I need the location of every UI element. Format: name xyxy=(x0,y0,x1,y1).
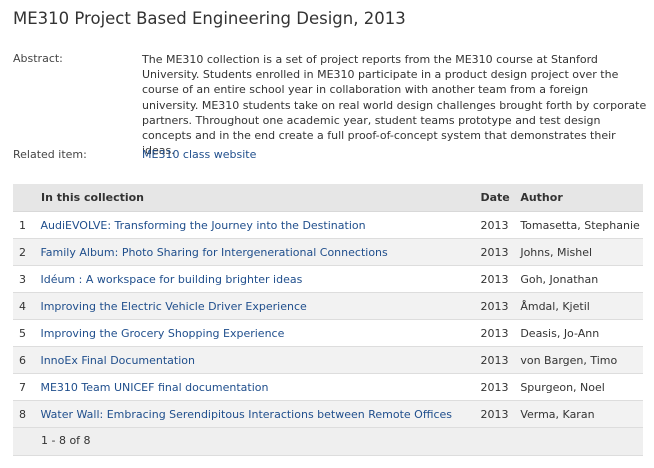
table-row: 1 AudiEVOLVE: Transforming the Journey in… xyxy=(13,211,643,239)
row-title-cell: AudiEVOLVE: Transforming the Journey int… xyxy=(40,211,481,239)
table-header-row: In this collection Date Author xyxy=(13,184,643,212)
collection-rows: 1 AudiEVOLVE: Transforming the Journey in… xyxy=(13,211,643,428)
row-number: 6 xyxy=(13,346,41,374)
table-row: 8 Water Wall: Embracing Serendipitous Int… xyxy=(13,400,643,428)
related-item-label: Related item: xyxy=(13,148,87,161)
row-date: 2013 xyxy=(480,346,521,374)
row-date: 2013 xyxy=(480,292,521,320)
row-author: Verma, Karan xyxy=(520,400,643,428)
row-title-link[interactable]: ME310 Team UNICEF final documentation xyxy=(40,381,268,394)
row-number: 7 xyxy=(13,373,41,401)
table-row: 2 Family Album: Photo Sharing for Interge… xyxy=(13,238,643,266)
row-title-cell: Idéum : A workspace for building brighte… xyxy=(40,265,481,293)
row-number: 3 xyxy=(13,265,41,293)
pagination-count: 1 - 8 of 8 xyxy=(41,434,91,447)
row-title-link[interactable]: Water Wall: Embracing Serendipitous Inte… xyxy=(40,408,452,421)
row-title-cell: InnoEx Final Documentation xyxy=(40,346,481,374)
table-row: 3 Idéum : A workspace for building bright… xyxy=(13,265,643,293)
row-date: 2013 xyxy=(480,238,521,266)
row-number: 8 xyxy=(13,400,41,428)
table-row: 5 Improving the Grocery Shopping Experien… xyxy=(13,319,643,347)
header-date[interactable]: Date xyxy=(480,184,521,212)
row-date: 2013 xyxy=(480,373,521,401)
pagination-bar: 1 - 8 of 8 xyxy=(13,428,643,456)
row-title-cell: Improving the Electric Vehicle Driver Ex… xyxy=(40,292,481,320)
table-row: 6 InnoEx Final Documentation 2013 von Barge… xyxy=(13,346,643,374)
row-title-link[interactable]: Improving the Grocery Shopping Experienc… xyxy=(40,327,284,340)
row-title-link[interactable]: Improving the Electric Vehicle Driver Ex… xyxy=(40,300,306,313)
row-author: Åmdal, Kjetil xyxy=(520,292,643,320)
row-title-link[interactable]: InnoEx Final Documentation xyxy=(40,354,195,367)
header-collection[interactable]: In this collection xyxy=(13,184,481,212)
page-title: ME310 Project Based Engineering Design, … xyxy=(13,9,406,28)
row-author: Tomasetta, Stephanie xyxy=(520,211,643,239)
row-date: 2013 xyxy=(480,211,521,239)
collection-table: In this collection Date Author 1 AudiEVOL… xyxy=(13,184,643,428)
row-title-link[interactable]: Family Album: Photo Sharing for Intergen… xyxy=(40,246,387,259)
row-title-cell: Family Album: Photo Sharing for Intergen… xyxy=(40,238,481,266)
row-number: 5 xyxy=(13,319,41,347)
row-title-cell: Water Wall: Embracing Serendipitous Inte… xyxy=(40,400,481,428)
related-item-link[interactable]: ME310 class website xyxy=(142,148,256,161)
row-number: 4 xyxy=(13,292,41,320)
row-author: von Bargen, Timo xyxy=(520,346,643,374)
table-row: 4 Improving the Electric Vehicle Driver E… xyxy=(13,292,643,320)
row-date: 2013 xyxy=(480,319,521,347)
row-author: Johns, Mishel xyxy=(520,238,643,266)
row-number: 1 xyxy=(13,211,41,239)
abstract-label: Abstract: xyxy=(13,52,63,65)
row-title-cell: ME310 Team UNICEF final documentation xyxy=(40,373,481,401)
row-date: 2013 xyxy=(480,400,521,428)
row-author: Goh, Jonathan xyxy=(520,265,643,293)
row-title-cell: Improving the Grocery Shopping Experienc… xyxy=(40,319,481,347)
row-title-link[interactable]: Idéum : A workspace for building brighte… xyxy=(40,273,302,286)
header-author[interactable]: Author xyxy=(520,184,643,212)
row-number: 2 xyxy=(13,238,41,266)
table-row: 7 ME310 Team UNICEF final documentation 20… xyxy=(13,373,643,401)
row-title-link[interactable]: AudiEVOLVE: Transforming the Journey int… xyxy=(40,219,365,232)
row-date: 2013 xyxy=(480,265,521,293)
row-author: Deasis, Jo-Ann xyxy=(520,319,643,347)
row-author: Spurgeon, Noel xyxy=(520,373,643,401)
abstract-text: The ME310 collection is a set of project… xyxy=(142,53,647,158)
